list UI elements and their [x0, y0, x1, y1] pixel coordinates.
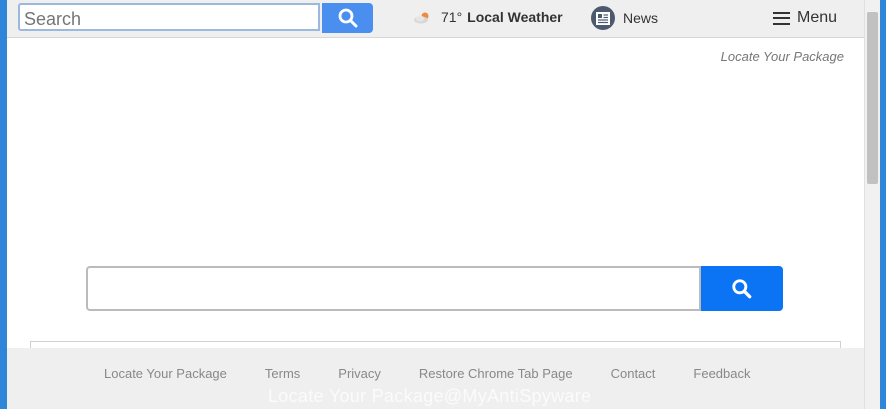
weather-label: Local Weather [467, 9, 563, 25]
footer-link-restore-tab[interactable]: Restore Chrome Tab Page [419, 366, 573, 381]
scrollbar-thumb[interactable] [867, 12, 878, 184]
search-icon [732, 278, 752, 298]
weather-cloud-sun-icon [413, 11, 431, 24]
menu-label: Menu [797, 9, 838, 26]
hamburger-icon [773, 11, 790, 25]
footer-link-contact[interactable]: Contact [611, 366, 656, 381]
browser-page: 71° Local Weather News Menu Locate Your … [7, 0, 864, 409]
vertical-scrollbar[interactable] [864, 0, 881, 409]
desktop-edge-right [880, 0, 886, 409]
newspaper-icon [591, 6, 615, 30]
search-icon [338, 8, 357, 28]
weather-widget[interactable]: 71° Local Weather [413, 9, 563, 25]
watermark-text: Locate Your Package@MyAntiSpyware [268, 386, 592, 406]
locate-package-link[interactable]: Locate Your Package [721, 49, 844, 64]
main-search-button[interactable] [701, 266, 783, 311]
top-search-button[interactable] [322, 3, 373, 33]
news-link[interactable]: News [591, 6, 658, 30]
weather-temperature: 71° [441, 9, 463, 25]
footer-link-terms[interactable]: Terms [265, 366, 300, 381]
footer-link-locate-package[interactable]: Locate Your Package [104, 366, 227, 381]
top-search-input[interactable] [18, 3, 320, 31]
footer-link-privacy[interactable]: Privacy [338, 366, 381, 381]
desktop-edge-left [0, 0, 7, 409]
menu-button[interactable]: Menu [773, 9, 837, 27]
footer-link-feedback[interactable]: Feedback [693, 366, 750, 381]
main-search-input[interactable] [86, 266, 701, 311]
footer-links: Locate Your Package Terms Privacy Restor… [104, 366, 789, 381]
top-bar: 71° Local Weather News Menu [7, 0, 864, 38]
news-label: News [623, 10, 659, 26]
